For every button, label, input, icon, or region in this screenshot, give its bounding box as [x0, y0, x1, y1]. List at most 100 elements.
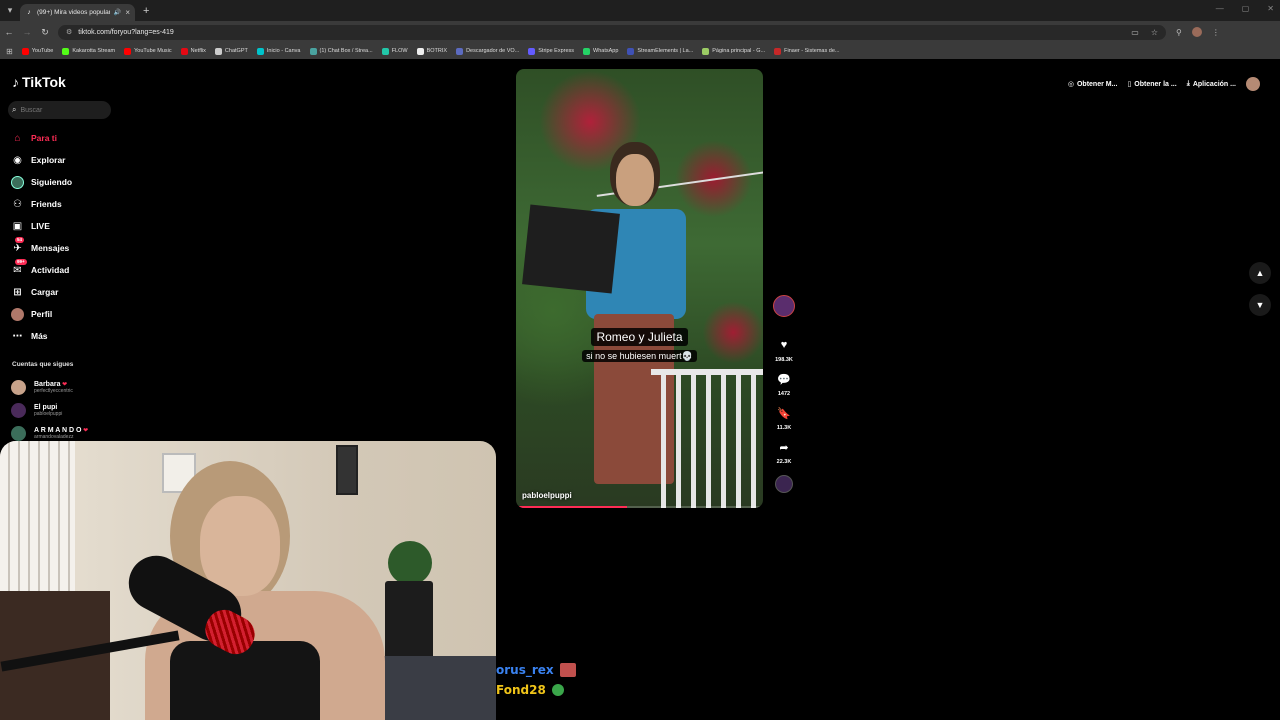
- account-username: pabloelpuppi: [34, 411, 63, 417]
- sidebar-item-compass[interactable]: ◉ Explorar: [11, 149, 111, 171]
- live-icon: ▣: [12, 220, 23, 232]
- sidebar-item-label: Más: [31, 331, 48, 341]
- sidebar-item-messages[interactable]: ✈ 54 Mensajes: [11, 236, 111, 259]
- speaker-icon[interactable]: 🔊: [114, 9, 121, 16]
- bookmark-item[interactable]: Inicio - Canva: [256, 47, 301, 55]
- video-progress-bar[interactable]: [516, 506, 763, 508]
- install-app-icon[interactable]: ▭: [1131, 28, 1139, 37]
- bookmark-item[interactable]: Finaer - Sistemas de...: [774, 47, 839, 55]
- bookmark-item[interactable]: Descargador de VO...: [456, 47, 519, 55]
- browser-menu-icon[interactable]: ⋮: [1212, 28, 1220, 37]
- bookmark-item[interactable]: (1) Chat Box / Strea...: [309, 47, 373, 55]
- bookmark-favicon-icon: [214, 47, 222, 55]
- user-avatar[interactable]: [1246, 77, 1260, 91]
- avatar: [11, 403, 26, 418]
- chat-message: Fond28: [496, 680, 576, 700]
- notification-badge: 99+: [15, 258, 27, 265]
- avatar: [11, 380, 26, 395]
- sidebar-item-friends[interactable]: ⚇ Friends: [11, 193, 111, 215]
- save-count: 11.3K: [776, 425, 792, 431]
- bookmark-favicon-icon: [583, 47, 591, 55]
- bookmark-label: YouTube: [31, 48, 54, 54]
- sidebar-nav: ⌂ Para ti ◉ Explorar Siguiendo ⚇ Friends ▣ LIVE ✈…: [11, 127, 111, 347]
- sidebar-item-label: Actividad: [31, 265, 70, 275]
- chat-username: Fond28: [496, 683, 546, 697]
- sidebar-item-label: Para ti: [31, 133, 57, 143]
- white-railing: [651, 369, 763, 508]
- reload-icon[interactable]: ↻: [36, 27, 54, 38]
- bookmark-label: WhatsApp: [593, 48, 619, 54]
- sidebar-item-profile[interactable]: Perfil: [11, 303, 111, 325]
- notification-badge: 54: [15, 236, 25, 243]
- sidebar-item-live[interactable]: ▣ LIVE: [11, 215, 111, 237]
- share-button[interactable]: ➦ 22.3K: [771, 437, 797, 466]
- video-player[interactable]: Romeo y Julieta si no se hubiesen muert💀…: [516, 69, 763, 508]
- bookmark-label: Página principal - G...: [712, 48, 766, 54]
- heart-icon: ♥: [780, 339, 788, 351]
- forward-icon[interactable]: →: [18, 27, 36, 37]
- url-field[interactable]: ⚙ tiktok.com/foryou?lang=es-419 ▭ ☆: [58, 24, 1166, 40]
- profile-avatar-icon[interactable]: [1191, 27, 1202, 37]
- minimize-icon[interactable]: —: [1216, 4, 1224, 13]
- window-controls: — ▢ ✕: [1216, 4, 1274, 13]
- save-button[interactable]: 🔖 11.3K: [771, 403, 797, 432]
- bookmark-item[interactable]: YouTube: [21, 47, 54, 55]
- compass-icon: ◉: [13, 154, 22, 166]
- bookmark-item[interactable]: WhatsApp: [583, 47, 619, 55]
- heart-badge-icon: ❤: [81, 428, 89, 434]
- video-author[interactable]: pabloelpuppi: [522, 491, 572, 500]
- bookmark-item[interactable]: Página principal - G...: [702, 47, 766, 55]
- following-account[interactable]: El pupi pabloelpuppi: [11, 399, 131, 422]
- search-input[interactable]: ⌕ Buscar: [8, 101, 111, 119]
- extensions-area: ⚲ ⋮: [1176, 27, 1220, 37]
- new-tab-button[interactable]: +: [143, 5, 149, 17]
- account-name: Barbara: [34, 381, 61, 388]
- site-info-icon[interactable]: ⚙: [66, 28, 72, 36]
- comment-button[interactable]: 💬 1472: [771, 369, 797, 398]
- bookmark-label: FLOW: [391, 48, 408, 54]
- apps-grid-icon[interactable]: ⊞: [6, 47, 13, 56]
- search-icon: ⌕: [12, 105, 17, 114]
- bookmark-favicon-icon: [62, 47, 70, 55]
- bookmark-favicon-icon: [124, 47, 132, 55]
- back-icon[interactable]: ←: [0, 27, 18, 37]
- bookmark-label: Kakarotta Stream: [72, 48, 116, 54]
- previous-video-button[interactable]: ▲: [1249, 262, 1271, 284]
- sidebar-item-activity[interactable]: ✉ 99+ Actividad: [11, 258, 111, 281]
- next-video-button[interactable]: ▼: [1249, 294, 1271, 316]
- bookmark-item[interactable]: Stripe Express: [528, 47, 575, 55]
- bookmark-item[interactable]: Kakarotta Stream: [62, 47, 116, 55]
- bookmark-label: StreamElements | La...: [637, 48, 694, 54]
- comment-count: 1472: [777, 391, 791, 397]
- bookmark-item[interactable]: StreamElements | La...: [627, 47, 694, 55]
- sidebar-item-label: Mensajes: [31, 243, 70, 253]
- following-account[interactable]: Barbara ❤ perfectlyeccentric: [11, 376, 131, 399]
- music-disc-icon[interactable]: [775, 475, 793, 493]
- get-app-button[interactable]: ▯ Obtener la ...: [1127, 80, 1176, 89]
- bookmark-item[interactable]: Netflix: [180, 47, 206, 55]
- close-tab-icon[interactable]: ×: [125, 8, 130, 17]
- bookmark-item[interactable]: ChatGPT: [214, 47, 248, 55]
- bookmark-label: ChatGPT: [224, 48, 248, 54]
- bookmark-item[interactable]: BOTRIX: [416, 47, 447, 55]
- get-coins-button[interactable]: ◎ Obtener M...: [1067, 80, 1118, 89]
- tiktok-logo[interactable]: ♪ TikTok: [12, 74, 66, 90]
- tab-search-icon[interactable]: ▾: [0, 0, 20, 21]
- sidebar-item-following-avatar[interactable]: Siguiendo: [11, 171, 111, 193]
- creator-avatar[interactable]: [773, 295, 795, 317]
- sidebar-item-more[interactable]: ⋯ Más: [11, 325, 111, 347]
- coin-icon: ◎: [1067, 81, 1074, 88]
- browser-tab[interactable]: ♪ (99+) Mira videos populares 🔊 ×: [20, 4, 135, 21]
- bookmark-label: Stripe Express: [538, 48, 575, 54]
- download-app-button[interactable]: ⤓ Aplicación ...: [1187, 80, 1236, 88]
- sidebar-item-home[interactable]: ⌂ Para ti: [11, 127, 111, 149]
- maximize-icon[interactable]: ▢: [1242, 4, 1250, 13]
- window-close-icon[interactable]: ✕: [1267, 4, 1274, 13]
- extensions-icon[interactable]: ⚲: [1176, 28, 1182, 37]
- bookmark-item[interactable]: YouTube Music: [124, 47, 172, 55]
- bookmark-item[interactable]: FLOW: [381, 47, 408, 55]
- like-button[interactable]: ♥ 198.3K: [771, 335, 797, 363]
- bookmark-star-icon[interactable]: ☆: [1151, 28, 1158, 37]
- sidebar-item-upload[interactable]: ⊞ Cargar: [11, 281, 111, 303]
- bookmark-favicon-icon: [256, 47, 264, 55]
